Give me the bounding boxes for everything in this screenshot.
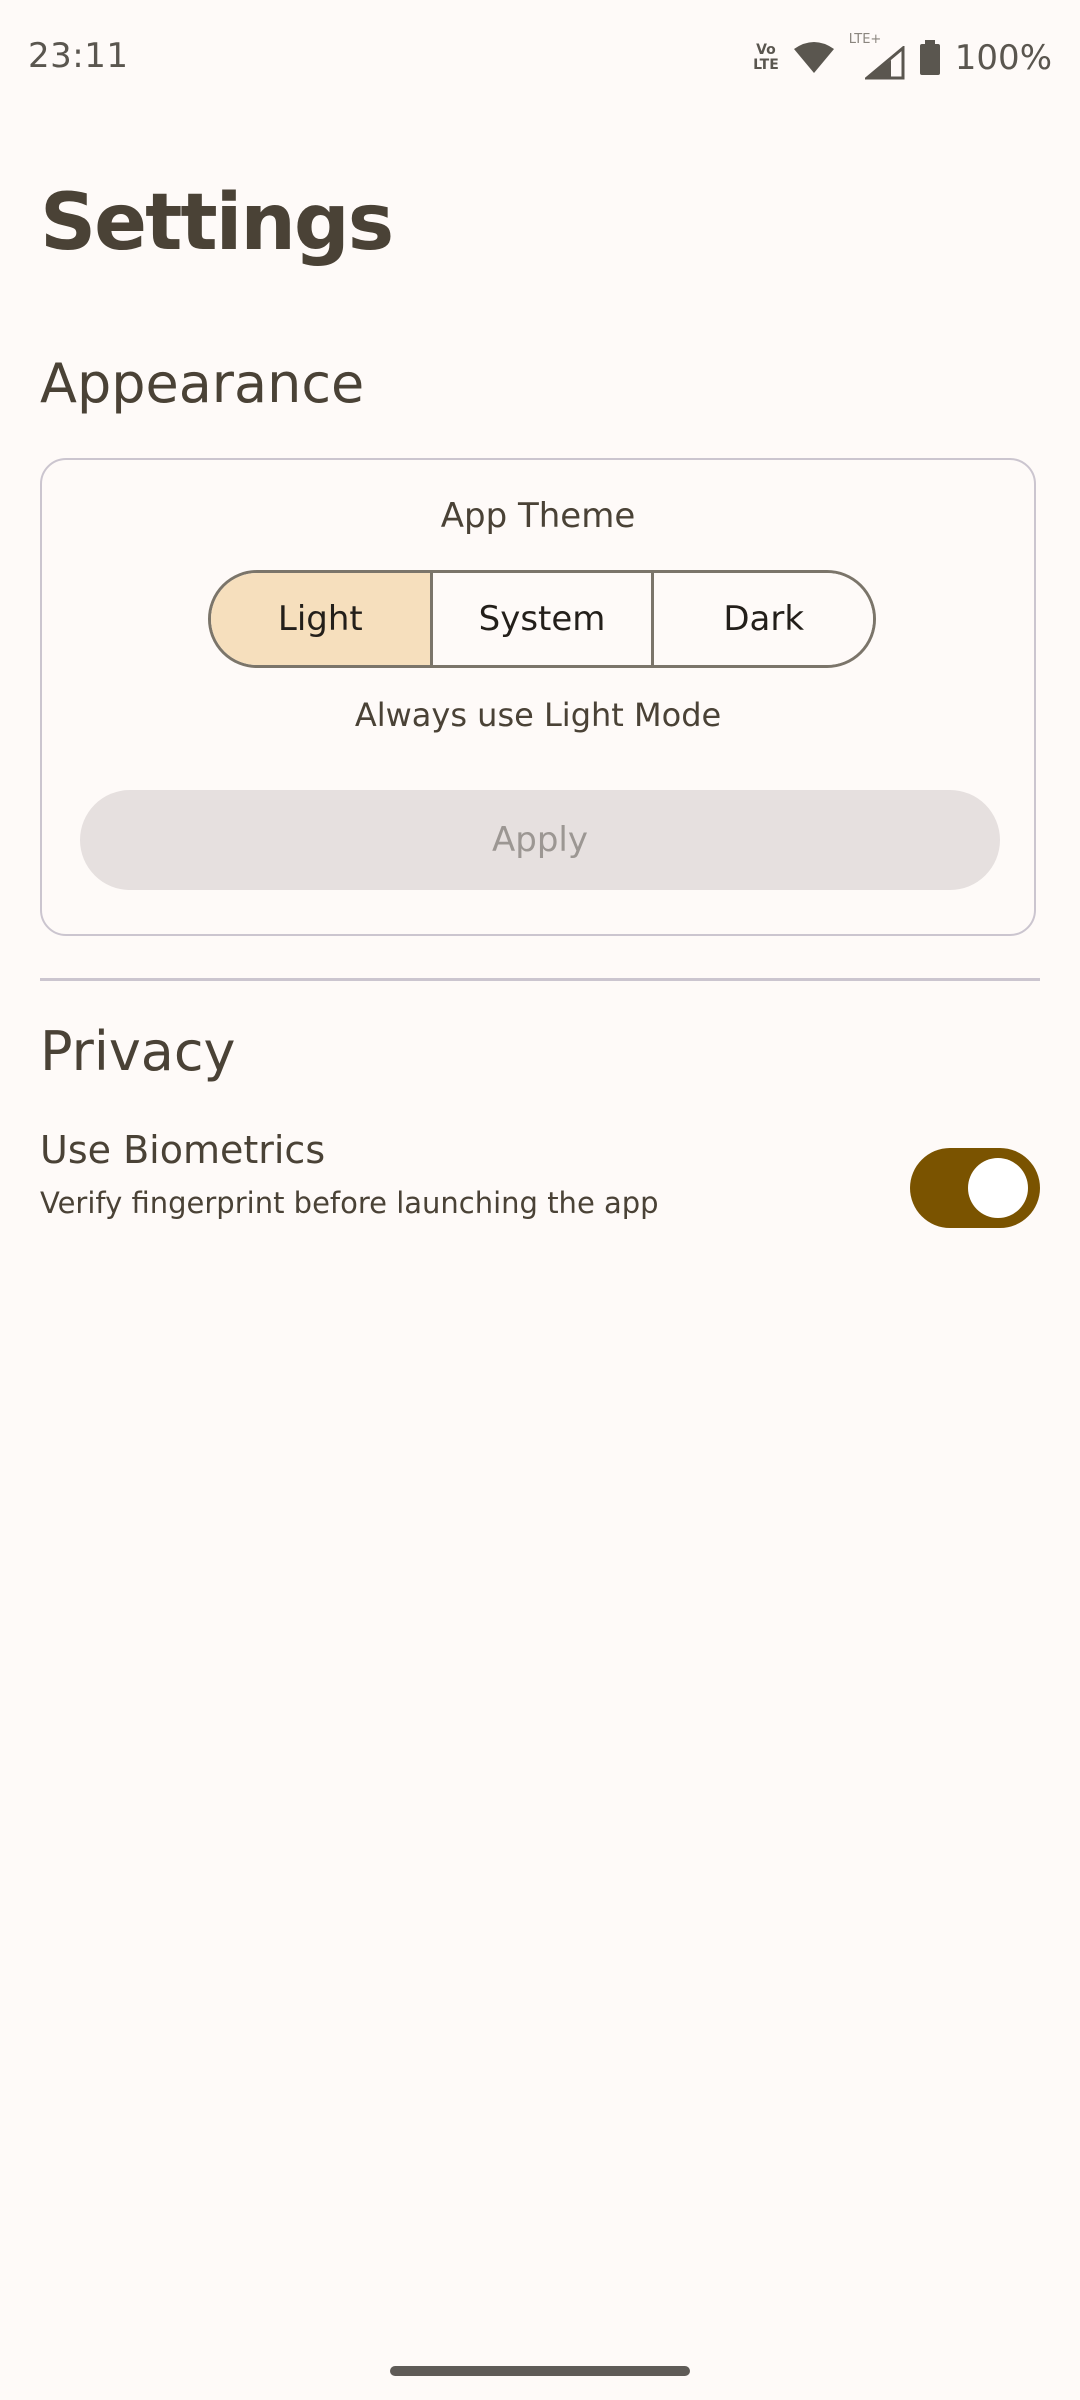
theme-option-light[interactable]: Light (211, 573, 430, 665)
privacy-section-title: Privacy (40, 1020, 236, 1083)
theme-segmented-control: Light System Dark (208, 570, 876, 668)
page-title: Settings (40, 178, 394, 268)
battery-percent: 100% (954, 38, 1052, 78)
status-bar: 23:11 Vo LTE LTE+ 100% (0, 0, 1080, 116)
appearance-section-title: Appearance (40, 352, 365, 415)
biometrics-description: Verify fingerprint before launching the … (40, 1186, 659, 1220)
biometrics-toggle[interactable] (910, 1148, 1040, 1228)
theme-hint: Always use Light Mode (354, 696, 722, 734)
status-time: 23:11 (28, 36, 129, 76)
gesture-nav-handle[interactable] (390, 2366, 690, 2376)
status-icons: Vo LTE LTE+ 100% (753, 32, 1052, 80)
volte-icon: Vo LTE (753, 42, 779, 73)
wifi-icon (793, 42, 834, 73)
theme-option-dark[interactable]: Dark (651, 573, 873, 665)
toggle-knob (968, 1158, 1028, 1218)
signal-icon: LTE+ (849, 32, 905, 80)
section-divider (40, 978, 1040, 981)
app-theme-card: App Theme Light System Dark Always use L… (40, 458, 1036, 936)
battery-icon (919, 40, 940, 75)
apply-button[interactable]: Apply (80, 790, 1000, 890)
theme-option-system[interactable]: System (429, 573, 652, 665)
app-theme-label: App Theme (440, 496, 636, 536)
biometrics-title: Use Biometrics (40, 1128, 326, 1172)
biometrics-setting-row[interactable]: Use Biometrics Verify fingerprint before… (40, 1124, 1040, 1234)
